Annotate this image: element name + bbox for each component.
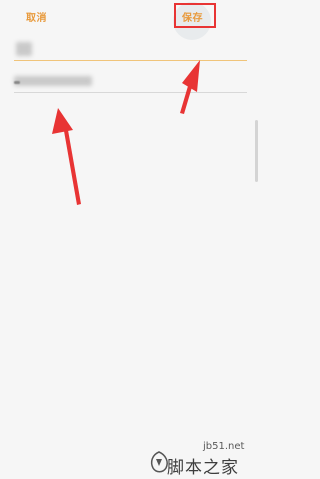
watermark-name: 脚本之家 <box>167 458 239 478</box>
arrow-to-content-icon <box>52 108 81 205</box>
annotation-arrows <box>52 60 200 205</box>
arrow-to-save-icon <box>180 60 200 114</box>
watermark-url: jb51.net <box>203 441 245 452</box>
